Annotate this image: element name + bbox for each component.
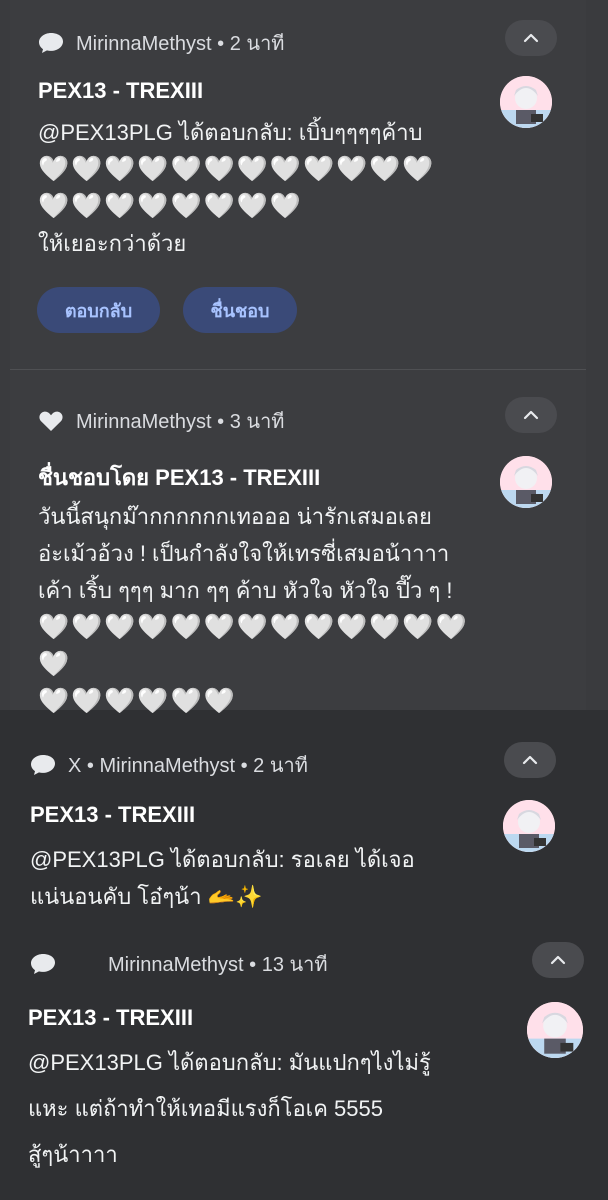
collapse-button[interactable]: [505, 397, 557, 433]
message-line: สู้ๆน้าาาา: [28, 1142, 118, 1167]
message-line: แหะ แต่ถ้าทำให้เทอมีแรงก็โอเค 5555: [28, 1096, 383, 1121]
chevron-up-icon: [550, 955, 566, 965]
avatar: [527, 1002, 583, 1058]
message-line: เค้า เริ้บ ๆๆๆ มาก ๆๆ ค้าบ หัวใจ หัวใจ ป…: [38, 578, 453, 603]
message-body: @PEX13PLG ได้ตอบกลับ: เบิ้บๆๆๆๆค้าบ 🤍🤍🤍🤍…: [38, 114, 478, 262]
message-line: ให้เยอะกว่าด้วย: [38, 231, 187, 256]
heart-icon: [39, 411, 63, 431]
reply-button[interactable]: ตอบกลับ: [37, 287, 160, 333]
notification-meta: MirinnaMethyst • 3 นาที: [38, 405, 284, 437]
notification-meta: MirinnaMethyst • 2 นาที: [38, 27, 284, 59]
chat-bubble-icon: [31, 755, 55, 775]
avatar: [503, 800, 555, 852]
avatar-image: [503, 800, 555, 852]
message-body: วันนี้สนุกม๊ากกกกกกเทอออ น่ารักเสมอเลย อ…: [38, 498, 488, 720]
meta-text: MirinnaMethyst • 13 นาที: [108, 954, 328, 976]
collapse-button[interactable]: [505, 20, 557, 56]
chevron-up-icon: [523, 410, 539, 420]
hearts-row: 🤍🤍🤍🤍🤍🤍🤍🤍: [38, 192, 304, 220]
message-line: อ่ะเม้วอ้วง ! เป็นกำลังใจให้เทรซี่เสมอน้…: [38, 541, 450, 566]
notification-card-reply-3[interactable]: MirinnaMethyst • 13 นาที PEX13 - TREXIII…: [0, 930, 608, 1200]
chat-bubble-icon: [39, 33, 63, 53]
meta-text: MirinnaMethyst • 2 นาที: [76, 33, 285, 55]
chevron-up-icon: [522, 755, 538, 765]
collapse-button[interactable]: [532, 942, 584, 978]
avatar-image: [500, 76, 552, 128]
message-body: @PEX13PLG ได้ตอบกลับ: มันแปกๆไงไม่รู้ แห…: [28, 1040, 518, 1178]
sender-name: PEX13 - TREXIII: [28, 1005, 194, 1030]
message-line: วันนี้สนุกม๊ากกกกกกเทอออ น่ารักเสมอเลย: [38, 504, 432, 529]
collapse-button[interactable]: [504, 742, 556, 778]
meta-text: MirinnaMethyst • 3 นาที: [76, 411, 285, 433]
message-line: แน่นอนคับ โอ๋ๆน้า 🫴✨: [30, 884, 263, 909]
liked-by-label: ชื่นชอบโดย PEX13 - TREXIII: [38, 465, 321, 490]
like-button[interactable]: ชื่นชอบ: [183, 287, 297, 333]
message-line: @PEX13PLG ได้ตอบกลับ: รอเลย ได้เจอ: [30, 847, 415, 872]
hearts-row: 🤍🤍🤍🤍🤍🤍🤍🤍🤍🤍🤍🤍: [38, 155, 436, 183]
sender-name: PEX13 - TREXIII: [38, 78, 204, 103]
hearts-row: 🤍🤍🤍🤍🤍🤍🤍🤍🤍🤍🤍🤍🤍🤍: [38, 613, 469, 678]
meta-text: X • MirinnaMethyst • 2 นาที: [68, 755, 308, 777]
notification-card-reply-1[interactable]: MirinnaMethyst • 2 นาที PEX13 - TREXIII …: [0, 0, 608, 370]
message-line: @PEX13PLG ได้ตอบกลับ: เบิ้บๆๆๆๆค้าบ: [38, 120, 423, 145]
notification-card-like[interactable]: MirinnaMethyst • 3 นาที ชื่นชอบโดย PEX13…: [0, 370, 608, 715]
avatar: [500, 76, 552, 128]
sender-name: PEX13 - TREXIII: [30, 802, 196, 827]
chevron-up-icon: [523, 33, 539, 43]
avatar: [500, 456, 552, 508]
avatar-image: [500, 456, 552, 508]
message-body: @PEX13PLG ได้ตอบกลับ: รอเลย ได้เจอ แน่นอ…: [30, 841, 490, 915]
message-line: @PEX13PLG ได้ตอบกลับ: มันแปกๆไงไม่รู้: [28, 1050, 431, 1075]
notification-meta: X • MirinnaMethyst • 2 นาที: [30, 749, 308, 781]
chat-bubble-icon: [31, 954, 55, 974]
notification-meta: MirinnaMethyst • 13 นาที: [30, 948, 328, 980]
notification-card-reply-2[interactable]: X • MirinnaMethyst • 2 นาที PEX13 - TREX…: [0, 710, 608, 930]
avatar-image: [527, 1002, 583, 1058]
